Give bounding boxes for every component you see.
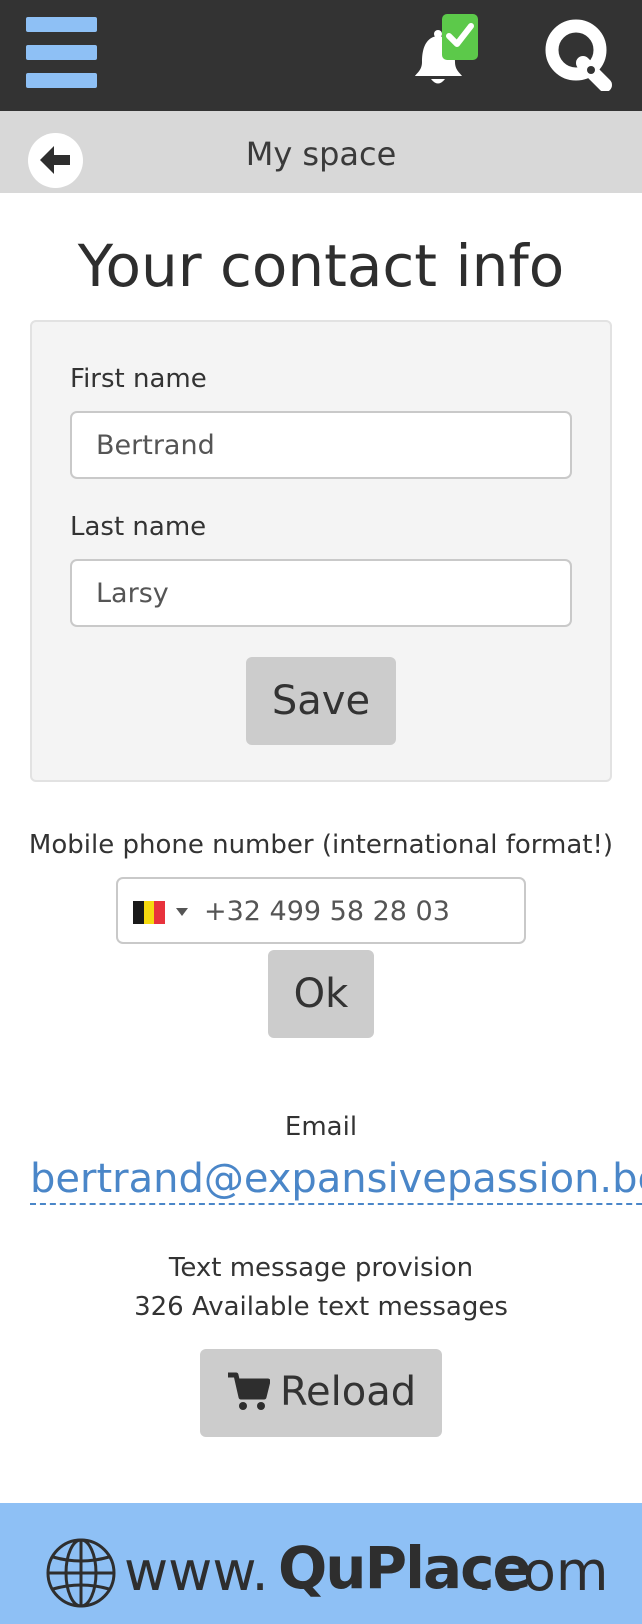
cart-icon (228, 1372, 270, 1410)
reload-label: Reload (280, 1369, 417, 1415)
chevron-down-icon[interactable] (176, 908, 188, 916)
hamburger-icon[interactable] (26, 17, 97, 88)
email-label: Email (284, 1112, 358, 1142)
belgium-flag-icon[interactable] (133, 901, 166, 924)
page-title: Your contact info (77, 232, 565, 300)
phone-input[interactable] (204, 887, 504, 935)
save-button[interactable]: Save (246, 657, 396, 745)
last-name-input[interactable] (70, 559, 572, 627)
footer-tld: .com (476, 1540, 609, 1603)
sms-available-count: 326 Available text messages (134, 1292, 508, 1322)
sms-provision-title: Text message provision (168, 1253, 474, 1283)
last-name-label: Last name (70, 512, 207, 542)
reload-button[interactable]: Reload (200, 1349, 442, 1437)
first-name-label: First name (70, 364, 207, 394)
globe-icon (46, 1538, 116, 1608)
footer-www: www. (124, 1540, 269, 1603)
subheader-title: My space (245, 135, 397, 173)
ok-button[interactable]: Ok (268, 950, 374, 1038)
email-link[interactable]: bertrand@expansivepassion.be (30, 1155, 642, 1205)
quplace-q-logo (545, 19, 612, 91)
top-bar (0, 0, 642, 111)
name-form-panel: First name Last name Save (30, 320, 612, 782)
first-name-input[interactable] (70, 411, 572, 479)
notification-button[interactable] (408, 14, 484, 90)
phone-label: Mobile phone number (international forma… (28, 830, 614, 860)
checkmark-icon (442, 14, 478, 60)
subheader: My space (0, 111, 642, 193)
phone-field (116, 877, 526, 944)
